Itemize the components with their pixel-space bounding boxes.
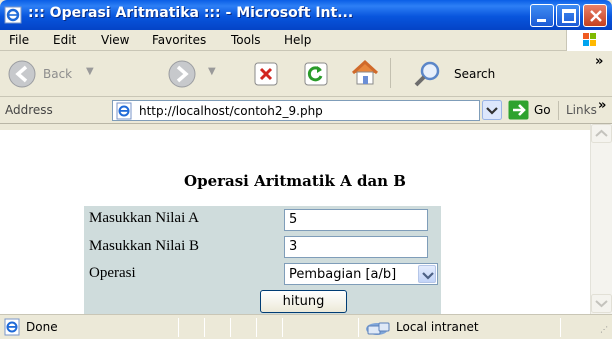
back-dropdown-icon[interactable]: ▼ — [86, 66, 94, 77]
status-separator — [358, 318, 359, 337]
search-button[interactable]: Search — [412, 58, 522, 90]
label-nilai-a: Masukkan Nilai A — [89, 210, 199, 226]
window-title: ::: Operasi Aritmatika ::: - Microsoft I… — [28, 5, 354, 21]
menu-edit[interactable]: Edit — [53, 33, 76, 47]
home-icon[interactable] — [350, 59, 380, 87]
page-content: Operasi Aritmatik A dan B Masukkan Nilai… — [0, 124, 590, 320]
maximize-icon — [562, 9, 576, 23]
links-chevron[interactable]: » — [598, 98, 606, 113]
page-icon — [116, 102, 132, 120]
standard-toolbar: Back ▼ ▼ Search » — [0, 52, 612, 97]
go-button[interactable]: Go — [508, 100, 552, 120]
back-button[interactable]: Back ▼ — [6, 58, 116, 90]
title-bar[interactable]: ::: Operasi Aritmatika ::: - Microsoft I… — [0, 0, 612, 30]
vertical-scrollbar[interactable] — [590, 124, 612, 314]
address-url: http://localhost/contoh2_9.php — [139, 104, 323, 118]
windows-logo — [566, 30, 612, 51]
status-separator — [560, 318, 561, 337]
address-field[interactable]: http://localhost/contoh2_9.php — [112, 100, 480, 121]
page-heading: Operasi Aritmatik A dan B — [184, 172, 406, 190]
menu-view[interactable]: View — [101, 33, 129, 47]
scroll-down-icon[interactable] — [591, 294, 612, 313]
refresh-icon[interactable] — [304, 62, 328, 86]
ie-icon — [4, 6, 22, 24]
hitung-button[interactable]: hitung — [260, 290, 347, 313]
address-label: Address — [5, 103, 53, 117]
close-button[interactable] — [583, 4, 607, 27]
minimize-button[interactable] — [530, 4, 554, 27]
operation-selected: Pembagian [a/b] — [289, 267, 397, 282]
content-top-strip — [0, 124, 590, 130]
status-page-icon — [4, 318, 20, 336]
label-nilai-b: Masukkan Nilai B — [89, 238, 199, 254]
forward-button[interactable]: ▼ — [166, 58, 226, 90]
browser-window: ::: Operasi Aritmatika ::: - Microsoft I… — [0, 0, 612, 339]
address-separator — [558, 101, 559, 120]
input-nilai-a[interactable]: 5 — [284, 209, 428, 231]
toolbar-chevron[interactable]: » — [595, 54, 603, 69]
status-zone: Local intranet — [396, 320, 479, 334]
status-separator — [230, 318, 231, 337]
menu-bar: File Edit View Favorites Tools Help — [0, 30, 612, 51]
forward-dropdown-icon[interactable]: ▼ — [208, 66, 216, 77]
status-separator — [256, 318, 257, 337]
close-icon — [590, 10, 602, 22]
go-arrow-icon — [508, 100, 529, 120]
windows-flag-icon — [583, 33, 596, 46]
links-label[interactable]: Links — [566, 103, 597, 117]
back-icon — [8, 60, 36, 88]
toolbar-separator — [390, 58, 391, 88]
go-label: Go — [534, 103, 551, 117]
status-text: Done — [26, 320, 58, 334]
chevron-down-icon — [422, 272, 434, 280]
status-separator — [282, 318, 283, 337]
back-label: Back — [43, 67, 73, 81]
menu-help[interactable]: Help — [284, 33, 311, 47]
operation-form: Masukkan Nilai A 5 Masukkan Nilai B 3 Op… — [84, 206, 441, 320]
status-separator — [178, 318, 179, 337]
select-dropdown-button[interactable] — [418, 265, 436, 283]
operation-select[interactable]: Pembagian [a/b] — [284, 263, 438, 285]
address-bar: Address http://localhost/contoh2_9.php G… — [0, 97, 612, 124]
menu-tools[interactable]: Tools — [231, 33, 261, 47]
menu-file[interactable]: File — [9, 33, 29, 47]
menu-favorites[interactable]: Favorites — [152, 33, 206, 47]
address-dropdown-icon[interactable] — [482, 100, 502, 120]
resize-grip[interactable]: ⋰ — [600, 325, 608, 334]
search-icon — [414, 61, 440, 87]
input-nilai-b[interactable]: 3 — [284, 236, 428, 258]
forward-icon — [168, 60, 196, 88]
intranet-icon — [366, 322, 390, 335]
label-operasi: Operasi — [89, 265, 136, 281]
search-label: Search — [454, 67, 496, 81]
status-bar: Done Local intranet ⋰ — [0, 314, 612, 339]
stop-icon[interactable] — [254, 62, 278, 86]
status-separator — [204, 318, 205, 337]
minimize-icon — [537, 19, 546, 22]
scroll-up-icon[interactable] — [591, 124, 612, 143]
maximize-button[interactable] — [556, 4, 580, 27]
